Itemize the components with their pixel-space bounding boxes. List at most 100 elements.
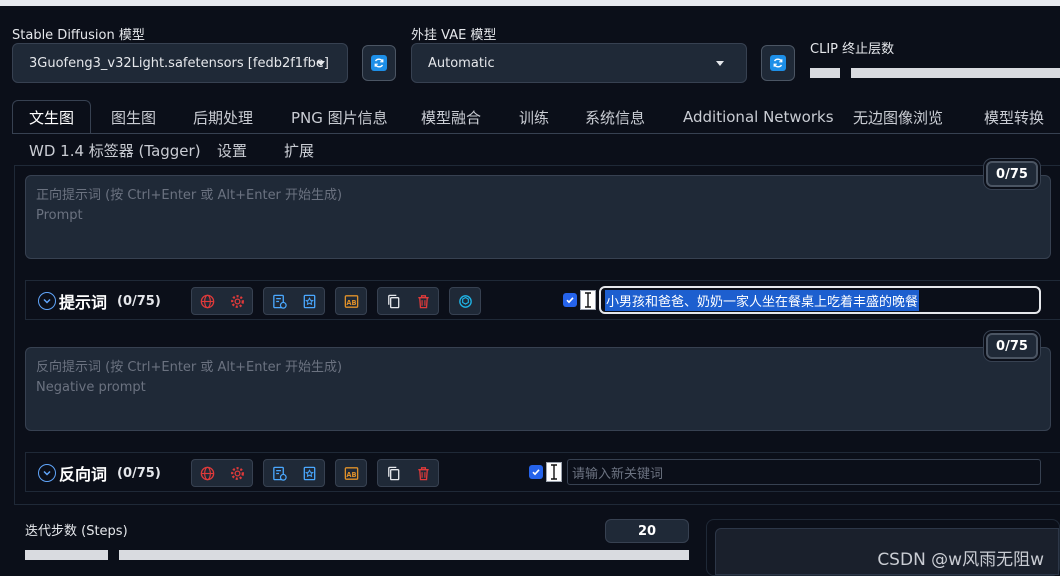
clip-skip-slider-fill[interactable] [810,68,840,78]
translate-settings-button[interactable] [222,288,252,314]
translate-button-group [191,287,253,315]
tokenize-button[interactable]: AB [336,288,366,314]
copy-button[interactable] [378,288,408,314]
prompt-textarea[interactable]: 正向提示词 (按 Ctrl+Enter 或 Alt+Enter 开始生成) Pr… [25,175,1051,259]
favorites-button[interactable] [294,288,324,314]
clip-skip-label: CLIP 终止层数 [810,42,895,57]
history-list-icon [272,466,287,481]
copy-icon [387,466,399,480]
steps-slider-track[interactable] [119,550,689,560]
gear-icon [230,466,244,480]
vae-model-select[interactable]: Automatic [411,43,747,83]
bookmark-star-icon [303,294,315,308]
globe-icon [200,294,214,308]
translate-button[interactable] [192,288,222,314]
tab-extensions[interactable]: 扩展 [284,140,314,161]
list-button-group [263,287,325,315]
refresh-sd-model-button[interactable] [362,45,396,81]
steps-slider-fill[interactable] [25,550,108,560]
history-button[interactable] [264,288,294,314]
prompt-tool-count: (0/75) [117,293,161,309]
copy-button[interactable] [378,460,408,486]
tab-divider [12,133,1060,134]
trash-icon [417,466,429,480]
negative-tool-title: 反向词 [59,465,108,484]
openai-icon [458,294,472,308]
keyword-checkbox[interactable] [563,293,577,307]
chevron-down-icon [716,61,724,66]
negative-placeholder-line1: 反向提示词 (按 Ctrl+Enter 或 Alt+Enter 开始生成) [36,360,343,375]
sd-model-value: 3Guofeng3_v32Light.safetensors [fedb2f1f… [29,55,329,71]
copy-icon [387,294,399,308]
tab-tagger[interactable]: WD 1.4 标签器 (Tagger) [29,140,201,161]
svg-text:AB: AB [346,298,356,306]
tab-system-info[interactable]: 系统信息 [585,100,645,134]
history-list-icon [272,294,287,309]
refresh-icon [371,55,387,71]
text-cursor-icon [546,462,562,482]
prompt-tool-title: 提示词 [59,293,108,312]
refresh-vae-model-button[interactable] [761,45,795,81]
chevron-down-icon [38,464,56,482]
prompt-tool-header[interactable]: 提示词 (0/75) [38,289,161,313]
top-bar [0,0,1060,6]
negative-token-counter: 0/75 [986,333,1038,359]
chevron-down-icon [317,61,325,66]
translate-button[interactable] [192,460,222,486]
chevron-down-icon [38,292,56,310]
sd-model-label: Stable Diffusion 模型 [12,28,145,43]
prompt-placeholder-line1: 正向提示词 (按 Ctrl+Enter 或 Alt+Enter 开始生成) [36,188,343,203]
tab-merge[interactable]: 模型融合 [421,100,481,134]
globe-icon [200,466,214,480]
prompt-placeholder-line2: Prompt [36,208,83,223]
main-tabs: 文生图 图生图 后期处理 PNG 图片信息 模型融合 训练 系统信息 Addit… [12,100,1060,134]
trash-icon [417,294,429,308]
tab-png-info[interactable]: PNG 图片信息 [291,100,388,134]
translate-button-group [191,459,253,487]
tokenize-button-group: AB [335,287,367,315]
clear-button[interactable] [408,460,438,486]
favorites-button[interactable] [294,460,324,486]
gear-icon [230,294,244,308]
tab-settings[interactable]: 设置 [217,140,247,161]
svg-text:AB: AB [346,470,356,478]
clear-button[interactable] [408,288,438,314]
negative-keyword-input[interactable]: 请输入新关键词 [567,459,1041,485]
vae-model-value: Automatic [428,55,495,71]
tab-additional-networks[interactable]: Additional Networks [683,100,834,134]
text-cursor-icon [580,290,596,310]
bookmark-star-icon [303,466,315,480]
tab-model-converter[interactable]: 模型转换 [984,100,1044,134]
check-icon [532,469,540,476]
edit-button-group [377,287,439,315]
tab-image-browser[interactable]: 无边图像浏览 [853,100,943,134]
negative-tool-row: 反向词 (0/75) AB 请输入新关键词 [25,452,1060,492]
negative-placeholder-line2: Negative prompt [36,380,146,395]
prompt-tool-row: 提示词 (0/75) AB 小男孩和爸爸、奶奶一家人坐在餐桌上吃着丰盛的晚餐 [25,280,1060,320]
translate-settings-button[interactable] [222,460,252,486]
tab-train[interactable]: 训练 [519,100,549,134]
text-format-icon: AB [344,466,358,480]
tokenize-button-group: AB [335,459,367,487]
clip-skip-slider-track[interactable] [851,68,1060,78]
steps-number-input[interactable]: 20 [605,519,689,543]
negative-tool-header[interactable]: 反向词 (0/75) [38,461,161,485]
refresh-icon [770,55,786,71]
keyword-input[interactable]: 小男孩和爸爸、奶奶一家人坐在餐桌上吃着丰盛的晚餐 [599,286,1041,314]
list-button-group [263,459,325,487]
keyword-input-value: 小男孩和爸爸、奶奶一家人坐在餐桌上吃着丰盛的晚餐 [605,289,920,311]
edit-button-group [377,459,439,487]
steps-label: 迭代步数 (Steps) [25,524,128,539]
text-format-icon: AB [344,294,358,308]
history-button[interactable] [264,460,294,486]
chatgpt-button[interactable] [450,288,480,314]
tab-txt2img[interactable]: 文生图 [12,100,92,134]
tab-extras[interactable]: 后期处理 [193,100,253,134]
watermark: CSDN @w风雨无阻w [877,550,1044,570]
sd-model-select[interactable]: 3Guofeng3_v32Light.safetensors [fedb2f1f… [12,43,348,83]
negative-prompt-textarea[interactable]: 反向提示词 (按 Ctrl+Enter 或 Alt+Enter 开始生成) Ne… [25,347,1051,431]
negative-tool-count: (0/75) [117,465,161,481]
tab-img2img[interactable]: 图生图 [111,100,156,134]
tokenize-button[interactable]: AB [336,460,366,486]
keyword-checkbox[interactable] [529,465,543,479]
